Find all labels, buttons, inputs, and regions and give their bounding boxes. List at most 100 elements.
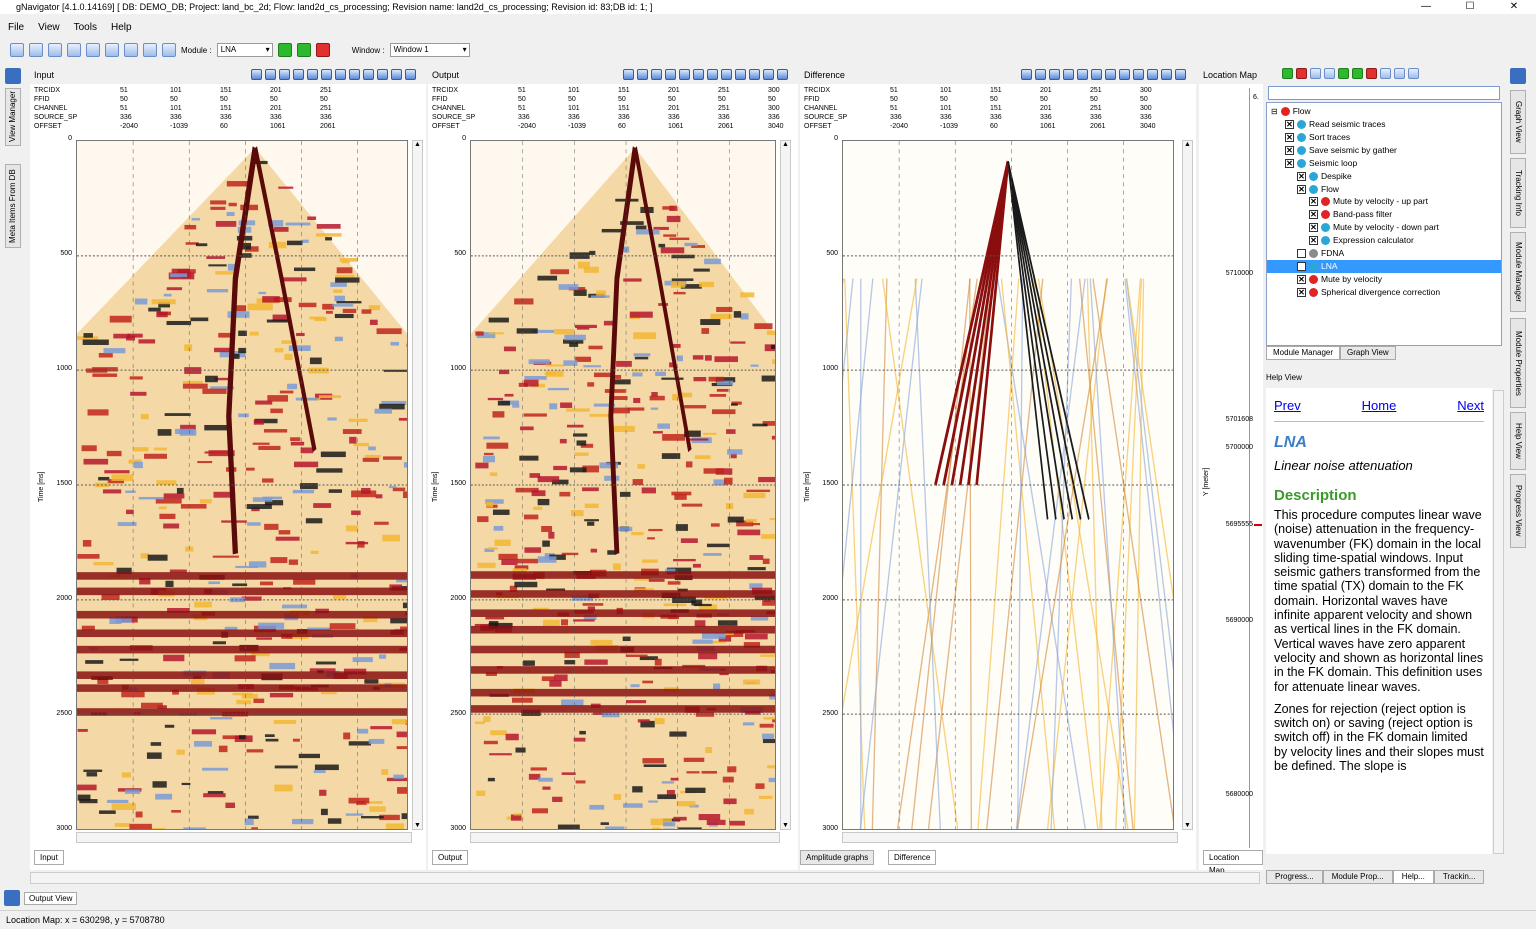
select-icon[interactable]: [1119, 69, 1130, 80]
pan-icon[interactable]: [679, 69, 690, 80]
add-icon[interactable]: [1282, 68, 1293, 79]
tab-amplitude-graphs[interactable]: Amplitude graphs: [800, 850, 874, 865]
tab-input[interactable]: Input: [34, 850, 64, 865]
enable-checkbox[interactable]: ✕: [1309, 210, 1318, 219]
tab-module-manager[interactable]: Module Manager: [1266, 346, 1340, 360]
fit-icon[interactable]: [749, 69, 760, 80]
tab-view-manager[interactable]: View Manager: [5, 88, 21, 146]
export-icon[interactable]: [763, 69, 774, 80]
enable-checkbox[interactable]: ✕: [1285, 146, 1294, 155]
menu-view[interactable]: View: [38, 20, 60, 36]
vertical-scrollbar[interactable]: [1182, 140, 1193, 830]
minimize-button[interactable]: —: [1404, 0, 1448, 14]
stop-icon[interactable]: [316, 43, 330, 57]
enable-checkbox[interactable]: ✕: [1309, 236, 1318, 245]
zoom-icon[interactable]: [265, 69, 276, 80]
enable-checkbox[interactable]: ✕: [1297, 288, 1306, 297]
fit-icon[interactable]: [1147, 69, 1158, 80]
zoom-out-icon[interactable]: [293, 69, 304, 80]
enable-checkbox[interactable]: ✕: [1297, 275, 1306, 284]
grid-icon[interactable]: [321, 69, 332, 80]
enable-checkbox[interactable]: ✕: [1285, 120, 1294, 129]
link-icon[interactable]: [86, 43, 100, 57]
enable-checkbox[interactable]: ✕: [1297, 172, 1306, 181]
menu-file[interactable]: File: [8, 20, 24, 36]
enable-checkbox[interactable]: ✕: [1297, 262, 1306, 271]
next-link[interactable]: Next: [1457, 398, 1484, 413]
collapse-icon[interactable]: [1510, 68, 1526, 84]
run-all-icon[interactable]: [297, 43, 311, 57]
tree-item[interactable]: ✕LNA: [1267, 260, 1501, 273]
zoom-in-icon[interactable]: [1049, 69, 1060, 80]
seismic-plot[interactable]: [76, 140, 408, 830]
zoom-icon[interactable]: [1035, 69, 1046, 80]
zoom-icon[interactable]: [637, 69, 648, 80]
tab-progress-view[interactable]: Progress View: [1510, 474, 1526, 548]
window-select[interactable]: Window 1: [390, 43, 470, 57]
enable-checkbox[interactable]: ✕: [1285, 133, 1294, 142]
zoom-out-icon[interactable]: [665, 69, 676, 80]
select-icon[interactable]: [349, 69, 360, 80]
graph-icon[interactable]: [1105, 69, 1116, 80]
move-up-icon[interactable]: [1310, 68, 1321, 79]
tree-item[interactable]: ✕Flow: [1297, 183, 1339, 196]
gear-icon[interactable]: [143, 43, 157, 57]
maximize-button[interactable]: ☐: [1448, 0, 1492, 14]
zoom-out-icon[interactable]: [1063, 69, 1074, 80]
flow-search-input[interactable]: [1268, 86, 1500, 100]
expand-up-icon[interactable]: [4, 890, 20, 906]
tree-item[interactable]: ✕Expression calculator: [1309, 234, 1414, 247]
tab-graph-view[interactable]: Graph View: [1340, 346, 1396, 360]
move-down-icon[interactable]: [1324, 68, 1335, 79]
horizontal-scrollbar[interactable]: [76, 832, 412, 843]
tab-output[interactable]: Output: [432, 850, 468, 865]
graph-icon[interactable]: [335, 69, 346, 80]
home-link[interactable]: Home: [1362, 398, 1397, 413]
tree-item[interactable]: ✕Read seismic traces: [1285, 118, 1386, 131]
run-all-icon[interactable]: [1352, 68, 1363, 79]
arrow-icon[interactable]: [735, 69, 746, 80]
remove-icon[interactable]: [1296, 68, 1307, 79]
export-icon[interactable]: [1161, 69, 1172, 80]
vertical-scrollbar[interactable]: [412, 140, 423, 830]
tab-help-view[interactable]: Help View: [1510, 412, 1526, 470]
tree-item[interactable]: ✕Band-pass filter: [1309, 208, 1392, 221]
fit-icon[interactable]: [377, 69, 388, 80]
pointer-icon[interactable]: [1021, 69, 1032, 80]
horizontal-scrollbar[interactable]: [842, 832, 1178, 843]
tab-difference[interactable]: Difference: [888, 850, 936, 865]
zoom-in-icon[interactable]: [651, 69, 662, 80]
settings-icon[interactable]: [124, 43, 138, 57]
tree-item[interactable]: ✕Mute by velocity - up part: [1309, 195, 1428, 208]
tree-item[interactable]: ✕Spherical divergence correction: [1297, 286, 1440, 299]
horizontal-scrollbar[interactable]: [470, 832, 780, 843]
tab-meta-items[interactable]: Meta Items From DB: [5, 164, 21, 248]
tree-item[interactable]: ✕Mute by velocity: [1297, 273, 1382, 286]
arrow-icon[interactable]: [363, 69, 374, 80]
module-select[interactable]: LNA: [217, 43, 273, 57]
copy-icon[interactable]: [1380, 68, 1391, 79]
help-scrollbar[interactable]: [1493, 390, 1504, 854]
copy-icon[interactable]: [48, 43, 62, 57]
enable-checkbox[interactable]: ✕: [1285, 159, 1294, 168]
tree-root[interactable]: ⊟Flow: [1271, 105, 1311, 118]
tree-item[interactable]: ✕Mute by velocity - down part: [1309, 221, 1439, 234]
window-icon[interactable]: [1394, 68, 1405, 79]
settings-icon[interactable]: [777, 69, 788, 80]
window-icon[interactable]: [67, 43, 81, 57]
stop-icon[interactable]: [1366, 68, 1377, 79]
close-button[interactable]: ✕: [1492, 0, 1536, 14]
tree-item[interactable]: ✕Save seismic by gather: [1285, 144, 1397, 157]
settings-icon[interactable]: [1175, 69, 1186, 80]
tab-module-prop[interactable]: Module Prop...: [1323, 870, 1393, 884]
unlink-icon[interactable]: [105, 43, 119, 57]
tree-item[interactable]: ✕Sort traces: [1285, 131, 1350, 144]
pan-icon[interactable]: [307, 69, 318, 80]
expand-icon[interactable]: [5, 68, 21, 84]
zoom-in-icon[interactable]: [279, 69, 290, 80]
seismic-plot[interactable]: [842, 140, 1174, 830]
refresh-icon[interactable]: [162, 43, 176, 57]
tree-item[interactable]: ✕Despike: [1297, 170, 1352, 183]
enable-checkbox[interactable]: [1297, 249, 1306, 258]
settings-icon[interactable]: [405, 69, 416, 80]
